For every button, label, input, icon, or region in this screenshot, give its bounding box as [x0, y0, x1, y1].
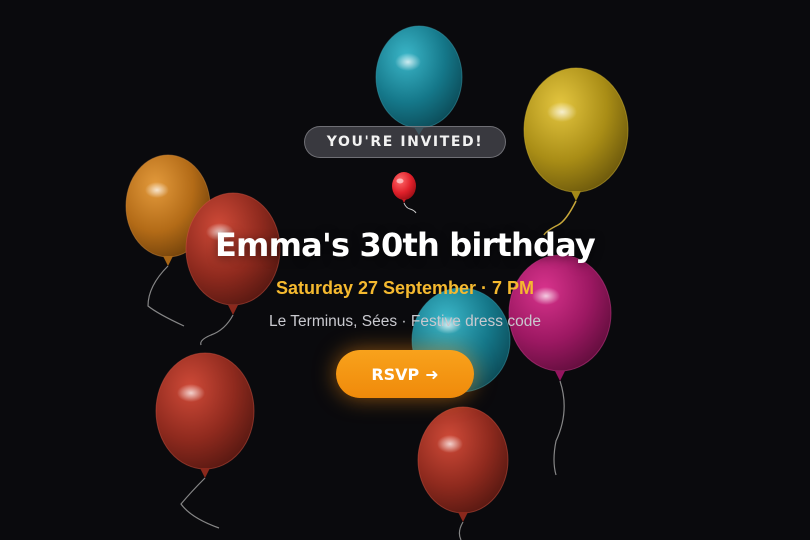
invitation-page: YOU'RE INVITED! Emma's 30th birthday Sat…: [0, 0, 810, 540]
rsvp-button[interactable]: RSVP ➜: [336, 350, 474, 398]
rsvp-label: RSVP: [371, 364, 420, 384]
event-details: Le Terminus, Sées · Festive dress code: [269, 313, 541, 330]
event-date-time: Saturday 27 September · 7 PM: [275, 278, 535, 298]
invitation-card: YOU'RE INVITED! Emma's 30th birthday Sat…: [0, 0, 810, 540]
invited-badge: YOU'RE INVITED!: [303, 126, 507, 158]
balloon-icon: [392, 172, 417, 214]
event-title: Emma's 30th birthday: [215, 226, 596, 264]
arrow-right-icon: ➜: [425, 364, 439, 384]
